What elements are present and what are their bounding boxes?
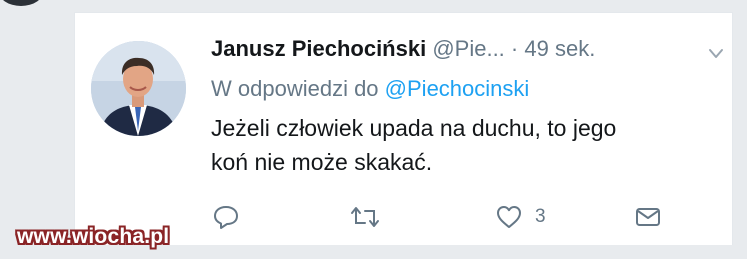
tweet-text-line: koń nie może skakać. bbox=[211, 149, 433, 175]
reply-to-handle-link[interactable]: @Piechocinski bbox=[385, 76, 530, 101]
like-count: 3 bbox=[535, 206, 546, 227]
tweet-header: Janusz Piechociński @Pie... · 49 sek. bbox=[211, 33, 721, 65]
envelope-icon bbox=[636, 208, 660, 226]
tweet-text: Jeżeli człowiek upada na duchu, to jego … bbox=[211, 111, 721, 179]
avatar-photo bbox=[91, 41, 186, 136]
retweet-icon bbox=[351, 207, 379, 227]
chevron-down-icon[interactable] bbox=[708, 47, 724, 59]
watermark: www.wiocha.pl bbox=[17, 225, 170, 248]
reply-prefix: W odpowiedzi do bbox=[211, 76, 379, 101]
avatar[interactable] bbox=[91, 41, 186, 136]
tweet-text-line: Jeżeli człowiek upada na duchu, to jego bbox=[211, 115, 617, 141]
tweet-card[interactable]: Janusz Piechociński @Pie... · 49 sek. W … bbox=[74, 12, 733, 245]
reply-button[interactable] bbox=[212, 201, 240, 233]
like-button[interactable]: 3 bbox=[495, 201, 546, 233]
header-separator: · bbox=[510, 36, 519, 61]
author-handle[interactable]: @Pie... bbox=[432, 36, 504, 61]
retweet-button[interactable] bbox=[350, 201, 380, 233]
direct-message-button[interactable] bbox=[633, 201, 663, 233]
tweet-timestamp[interactable]: 49 sek. bbox=[524, 36, 595, 61]
previous-tweet-avatar bbox=[0, 0, 44, 6]
heart-icon bbox=[497, 206, 521, 228]
reply-context: W odpowiedzi do @Piechocinski bbox=[211, 73, 529, 105]
reply-icon bbox=[214, 206, 238, 229]
tweet-actions: 3 bbox=[75, 201, 732, 233]
author-name[interactable]: Janusz Piechociński bbox=[211, 36, 426, 61]
